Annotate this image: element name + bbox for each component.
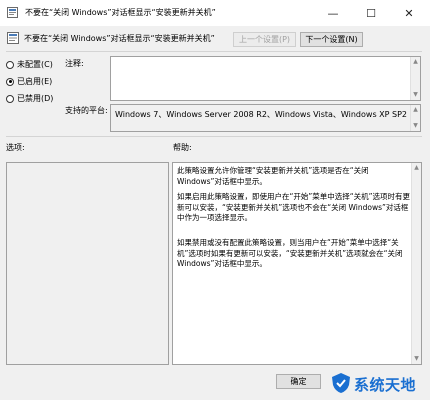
ok-button[interactable]: 确定 (276, 374, 321, 389)
scroll-down-icon[interactable]: ▼ (411, 90, 420, 100)
radio-enabled[interactable]: 已启用(E) (6, 76, 52, 87)
radio-circle[interactable] (6, 60, 14, 69)
window-title: 不要在“关闭 Windows”对话框显示“安装更新并关机” (25, 8, 216, 17)
watermark-logo: 系统天地 (330, 371, 428, 395)
scroll-up-icon[interactable]: ▲ (411, 105, 420, 115)
platform-field: Windows 7、Windows Server 2008 R2、Windows… (110, 104, 421, 132)
policy-icon (7, 32, 19, 44)
comment-label: 注释: (65, 59, 84, 68)
watermark-text: 系统天地 (354, 376, 417, 394)
shield-logo-icon (332, 373, 350, 393)
divider (6, 51, 422, 52)
close-button[interactable]: ✕ (390, 0, 428, 26)
radio-disabled[interactable]: 已禁用(D) (6, 93, 53, 104)
platform-value: Windows 7、Windows Server 2008 R2、Windows… (115, 110, 407, 119)
scroll-down-icon[interactable]: ▼ (412, 354, 421, 364)
comment-scrollbar[interactable]: ▲ ▼ (410, 57, 420, 100)
scroll-up-icon[interactable]: ▲ (412, 163, 421, 173)
help-scrollbar[interactable]: ▲ ▼ (411, 163, 421, 364)
radio-circle[interactable] (6, 94, 14, 103)
scroll-up-icon[interactable]: ▲ (411, 57, 420, 67)
title-bar: 不要在“关闭 Windows”对话框显示“安装更新并关机” — ☐ ✕ (0, 0, 430, 26)
minimize-button[interactable]: — (314, 0, 352, 26)
scroll-down-icon[interactable]: ▼ (411, 121, 420, 131)
next-setting-button[interactable]: 下一个设置(N) (300, 32, 363, 47)
policy-name: 不要在“关闭 Windows”对话框显示“安装更新并关机” (24, 34, 215, 43)
radio-label: 未配置(C) (17, 60, 53, 69)
platform-scrollbar[interactable]: ▲ ▼ (410, 105, 420, 131)
previous-setting-button[interactable]: 上一个设置(P) (233, 32, 296, 47)
help-paragraph: 如果启用此策略设置，即使用户在“开始”菜单中选择“关机”选项时有更新可以安装，“… (177, 192, 411, 222)
help-panel: 此策略设置允许你管理“安装更新并关机”选项是否在“关闭 Windows”对话框中… (172, 162, 422, 365)
radio-not-configured[interactable]: 未配置(C) (6, 59, 53, 70)
options-panel (6, 162, 169, 365)
comment-field[interactable]: ▲ ▼ (110, 56, 421, 101)
radio-label: 已启用(E) (17, 77, 53, 86)
help-paragraph: 此策略设置允许你管理“安装更新并关机”选项是否在“关闭 Windows”对话框中… (177, 166, 369, 186)
radio-label: 已禁用(D) (17, 94, 54, 103)
divider (6, 136, 422, 137)
platform-label: 支持的平台: (65, 106, 108, 115)
maximize-button[interactable]: ☐ (352, 0, 390, 26)
radio-circle[interactable] (6, 77, 14, 86)
options-label: 选项: (6, 143, 25, 152)
help-label: 帮助: (173, 143, 192, 152)
policy-icon (7, 7, 18, 18)
help-paragraph: 如果禁用或没有配置此策略设置，则当用户在“开始”菜单中选择“关机”选项时如果有更… (177, 238, 403, 268)
